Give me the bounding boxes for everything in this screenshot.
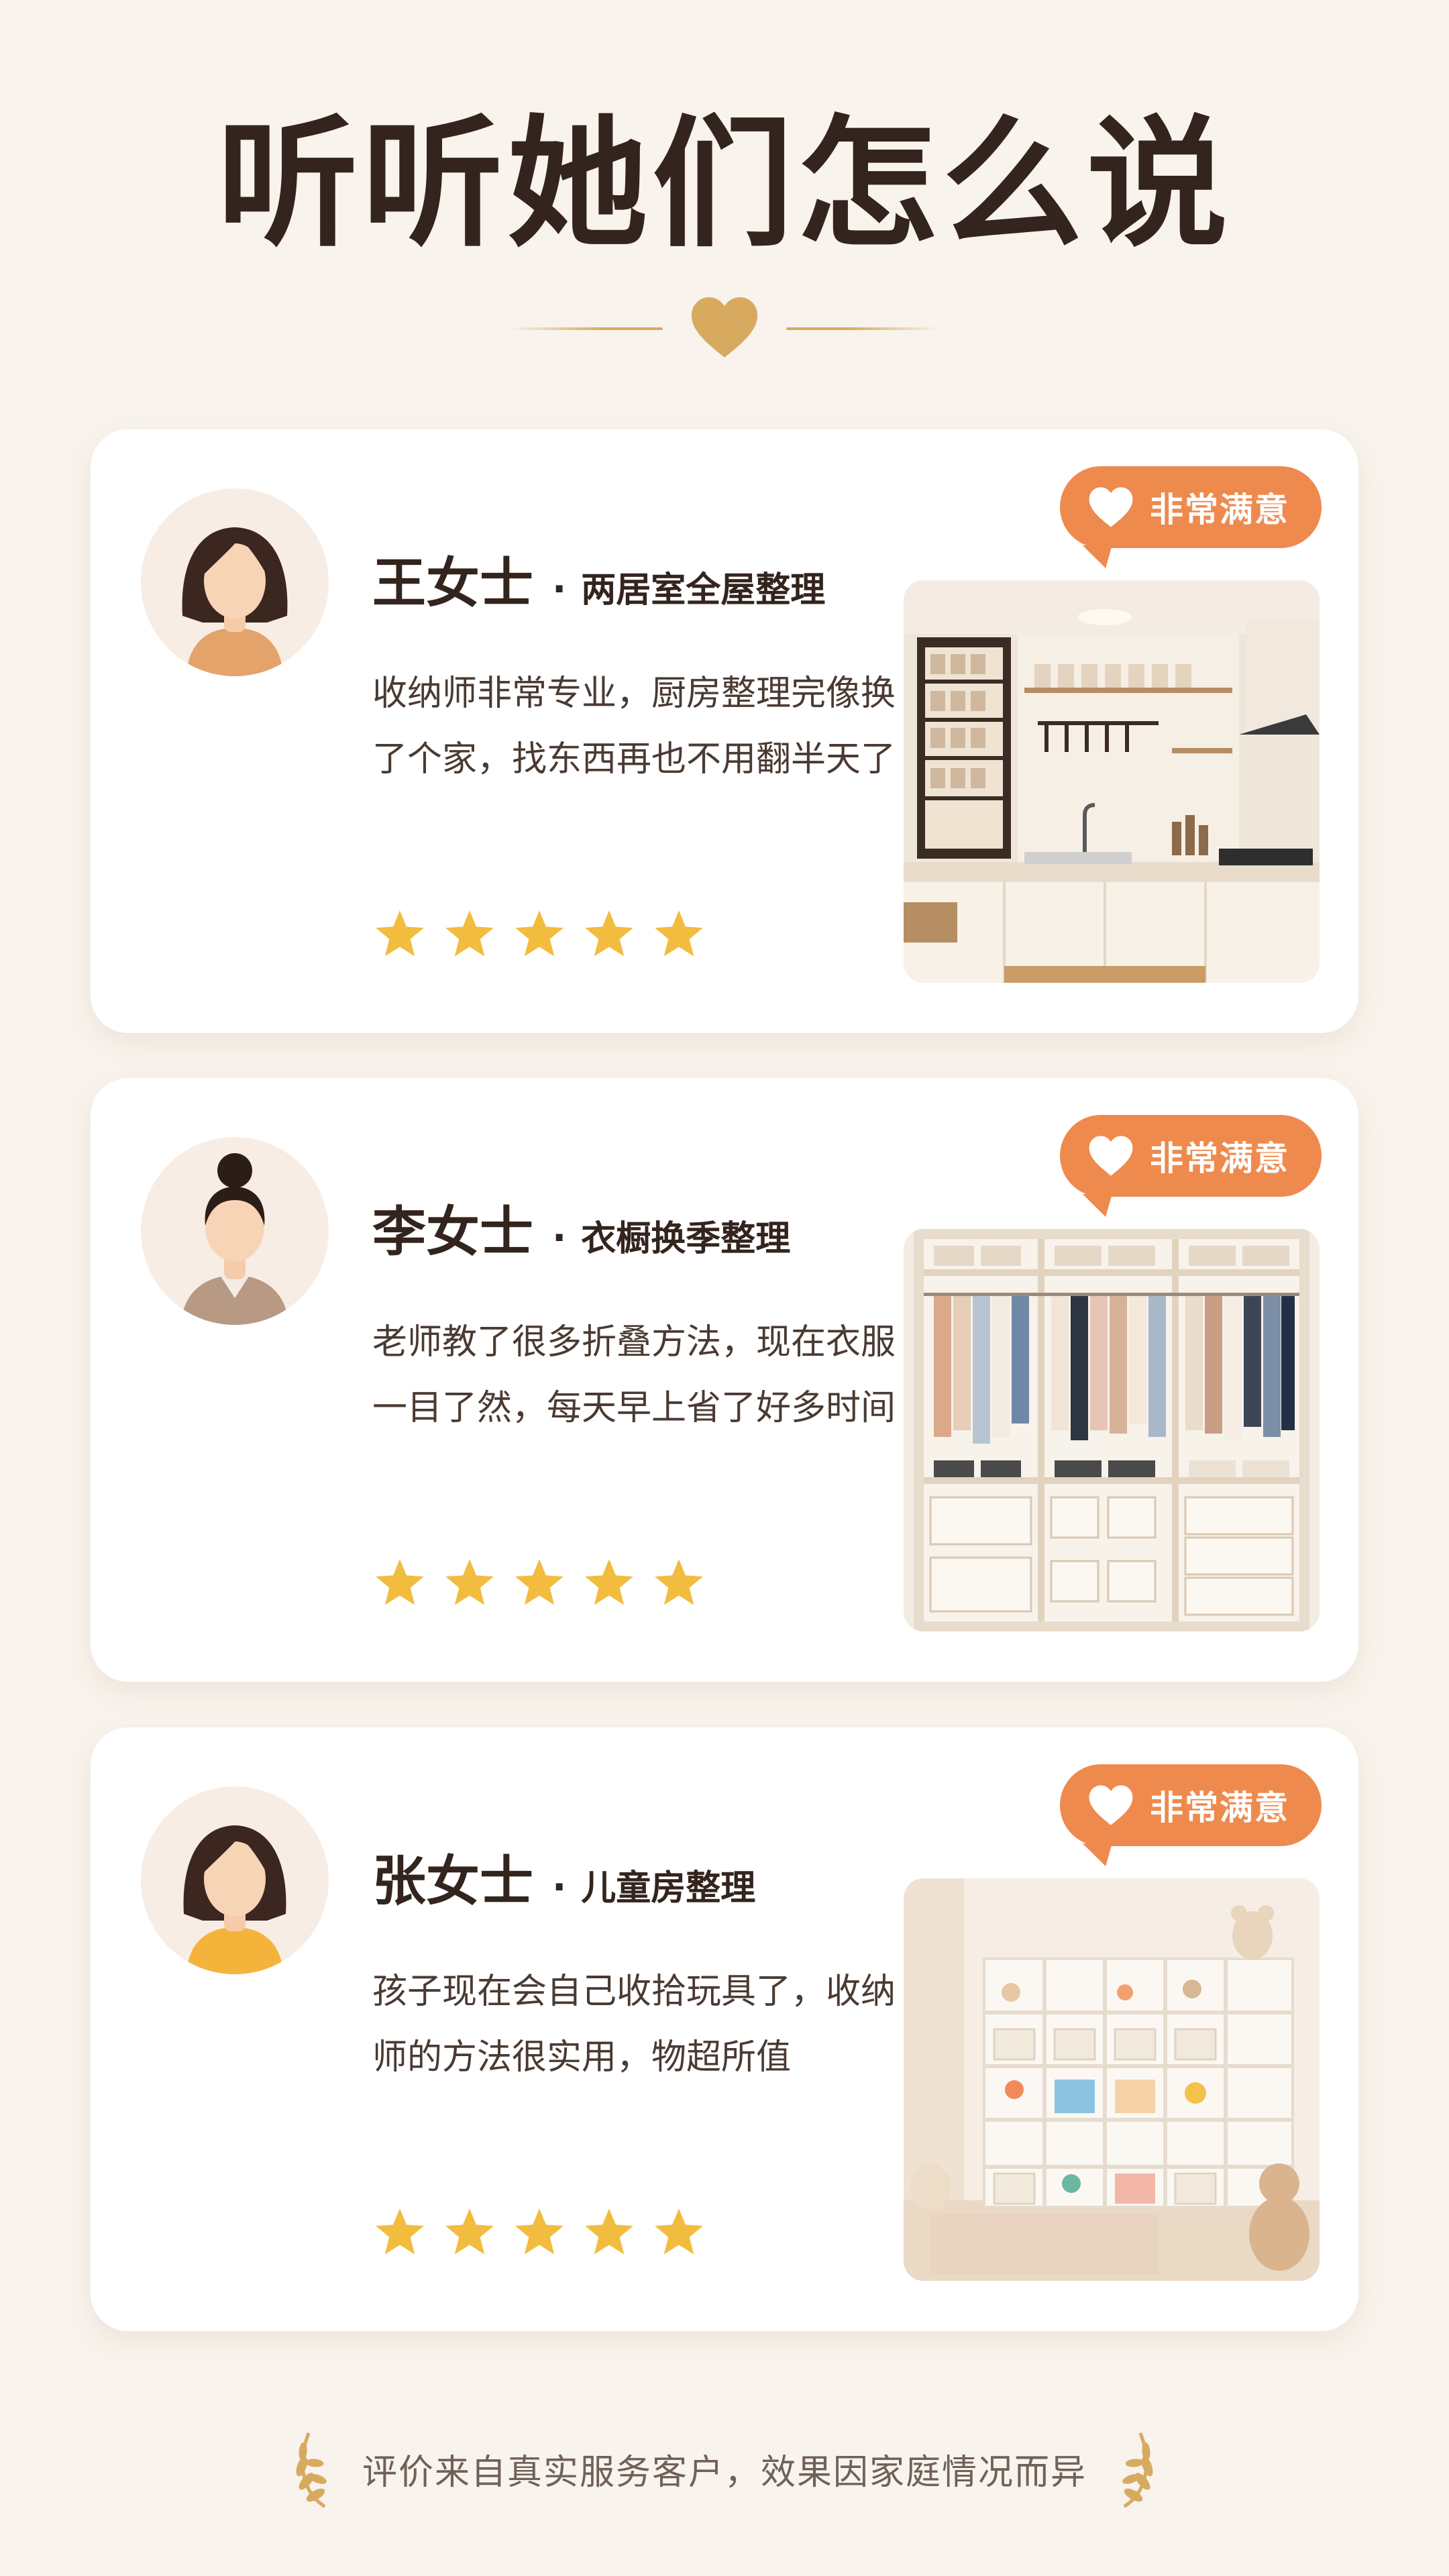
divider-line-right [786, 327, 941, 330]
divider-line-left [508, 327, 663, 330]
review-text: 收纳师非常专业，厨房整理完像换了个家，找东西再也不用翻半天了 [372, 674, 896, 780]
review-text: 老师教了很多折叠方法，现在衣服一目了然，每天早上省了好多时间 [372, 1322, 896, 1428]
satisfaction-badge: 非常满意 [1060, 1115, 1322, 1197]
kitchen-photo [904, 580, 1320, 983]
separator-dot: · [552, 1216, 567, 1260]
testimonial-card: 张女士 · 儿童房整理 孩子现在会自己收拾玩具了，收纳师的方法很实用，物超所值 … [91, 1727, 1358, 2331]
satisfaction-badge: 非常满意 [1060, 1764, 1322, 1846]
star-icon [445, 910, 494, 957]
heart-icon [1089, 487, 1133, 527]
footer-disclaimer: 评价来自真实服务客户，效果因家庭情况而异 [0, 2422, 1449, 2516]
page-title: 听听她们怎么说 [217, 102, 1232, 266]
wardrobe-photo [904, 1229, 1320, 1631]
badge-label: 非常满意 [1150, 1788, 1289, 1827]
woman-bun-avatar-icon [141, 1137, 329, 1325]
star-icon [585, 910, 633, 957]
star-icon [515, 1559, 564, 1605]
star-icon [445, 1559, 494, 1605]
star-icon [515, 2208, 564, 2255]
star-icon [445, 2208, 494, 2255]
separator-dot: · [552, 1866, 567, 1909]
star-rating [372, 2205, 706, 2260]
heart-icon [690, 296, 759, 362]
star-icon [585, 1559, 633, 1605]
star-icon [585, 2208, 633, 2255]
heart-icon [1089, 1785, 1133, 1825]
woman-avatar-icon [141, 1786, 329, 1974]
customer-heading: 王女士 · 两居室全屋整理 [372, 540, 825, 618]
customer-heading: 张女士 · 儿童房整理 [372, 1838, 755, 1916]
star-icon [655, 2208, 703, 2255]
service-type: 衣橱换季整理 [581, 1219, 791, 1259]
star-rating [372, 1556, 706, 1611]
star-icon [655, 910, 703, 957]
service-type: 儿童房整理 [581, 1868, 756, 1909]
star-icon [515, 910, 564, 957]
customer-name: 王女士 [372, 552, 533, 614]
satisfaction-badge: 非常满意 [1060, 466, 1322, 548]
laurel-right-icon [1112, 2428, 1159, 2509]
customer-heading: 李女士 · 衣橱换季整理 [372, 1189, 790, 1267]
separator-dot: · [552, 568, 567, 611]
woman-avatar-icon [141, 488, 329, 676]
star-icon [655, 1559, 703, 1605]
star-icon [376, 1559, 424, 1605]
badge-label: 非常满意 [1150, 490, 1289, 529]
heart-icon [1089, 1136, 1133, 1176]
customer-name: 张女士 [372, 1850, 533, 1913]
laurel-left-icon [290, 2428, 337, 2509]
service-type: 两居室全屋整理 [581, 570, 826, 610]
badge-label: 非常满意 [1150, 1139, 1289, 1178]
star-icon [376, 910, 424, 957]
review-text: 孩子现在会自己收拾玩具了，收纳师的方法很实用，物超所值 [372, 1972, 896, 2078]
testimonial-card: 王女士 · 两居室全屋整理 收纳师非常专业，厨房整理完像换了个家，找东西再也不用… [91, 429, 1358, 1033]
kids-room-photo [904, 1878, 1320, 2281]
customer-name: 李女士 [372, 1201, 533, 1263]
testimonial-card: 李女士 · 衣橱换季整理 老师教了很多折叠方法，现在衣服一目了然，每天早上省了好… [91, 1078, 1358, 1682]
footer-note: 评价来自真实服务客户，效果因家庭情况而异 [362, 2452, 1087, 2493]
star-rating [372, 907, 706, 962]
star-icon [376, 2208, 424, 2255]
title-divider [0, 295, 1449, 362]
